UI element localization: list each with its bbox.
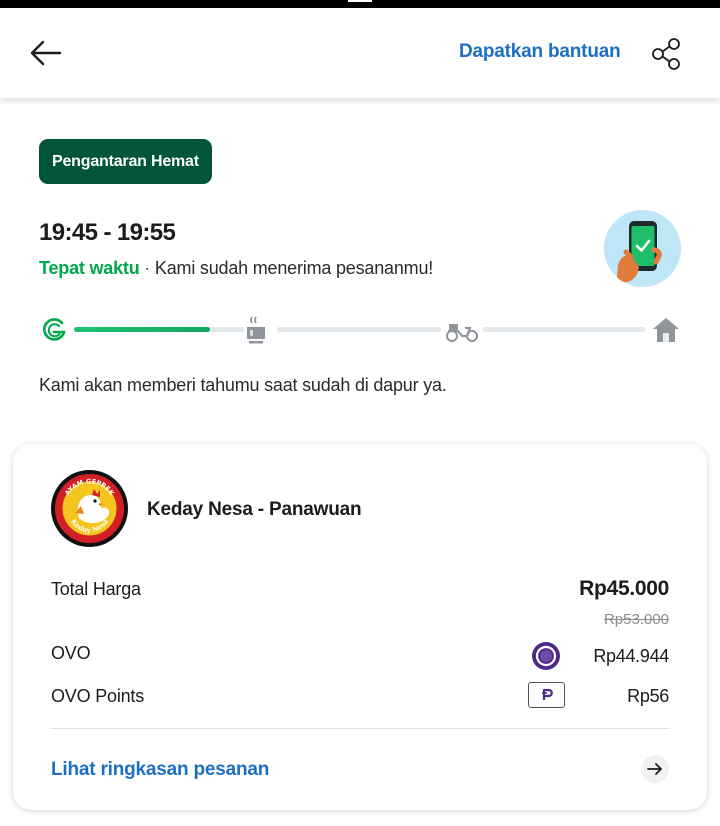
on-time-label: Tepat waktu	[39, 258, 140, 278]
arrow-right-icon	[647, 763, 662, 775]
card-divider	[51, 728, 669, 729]
ovo-points-icon	[528, 682, 565, 708]
ovo-icon	[532, 642, 560, 670]
points-payment-value: Rp56	[627, 686, 669, 706]
points-p-glyph	[541, 688, 553, 700]
delivery-progress-tracker	[40, 312, 682, 348]
status-bar-handle	[348, 0, 372, 2]
restaurant-logo: AYAM GEPREK Keday Nesa	[51, 470, 128, 547]
view-order-summary-link[interactable]: Lihat ringkasan pesanan	[51, 759, 269, 781]
order-status-line: Tepat waktu · Kami sudah menerima pesana…	[39, 258, 433, 279]
order-summary-card: AYAM GEPREK Keday Nesa Keday Nesa - Pana…	[13, 444, 707, 810]
back-button[interactable]	[24, 34, 66, 72]
payment-method-label: OVO	[51, 643, 91, 663]
order-confirmed-illustration	[604, 210, 681, 287]
motorbike-delivery-icon	[446, 324, 478, 342]
status-message: Kami sudah menerima pesananmu!	[154, 258, 434, 278]
get-help-link[interactable]: Dapatkan bantuan	[459, 41, 621, 63]
view-order-summary-button[interactable]	[641, 755, 669, 783]
home-icon	[653, 318, 679, 342]
service-type-badge: Pengantaran Hemat	[39, 139, 212, 184]
total-price-label: Total Harga	[51, 579, 141, 599]
payment-method-value: Rp44.944	[593, 646, 669, 666]
share-button[interactable]	[646, 34, 686, 74]
phone-in-hand-icon	[617, 221, 662, 283]
top-app-bar: Dapatkan bantuan	[0, 8, 720, 98]
share-icon	[652, 38, 680, 70]
restaurant-logo-image: AYAM GEPREK Keday Nesa	[52, 471, 127, 546]
progress-segment-1-fill	[74, 327, 210, 332]
cooking-icon	[247, 316, 265, 344]
progress-segment-3	[482, 327, 646, 332]
status-separator: ·	[144, 258, 151, 278]
original-price-value: Rp53.000	[603, 611, 669, 628]
points-payment-label: OVO Points	[51, 686, 145, 706]
order-received-icon	[43, 318, 66, 341]
progress-segment-2	[277, 327, 441, 332]
eta-time: 19:45 - 19:55	[39, 219, 176, 246]
status-bar	[0, 0, 720, 8]
total-price-value: Rp45.000	[579, 577, 669, 600]
restaurant-name: Keday Nesa - Panawuan	[147, 499, 362, 520]
progress-segment-1	[74, 327, 244, 332]
kitchen-notice: Kami akan memberi tahumu saat sudah di d…	[39, 375, 447, 395]
arrow-left-icon	[30, 40, 62, 66]
